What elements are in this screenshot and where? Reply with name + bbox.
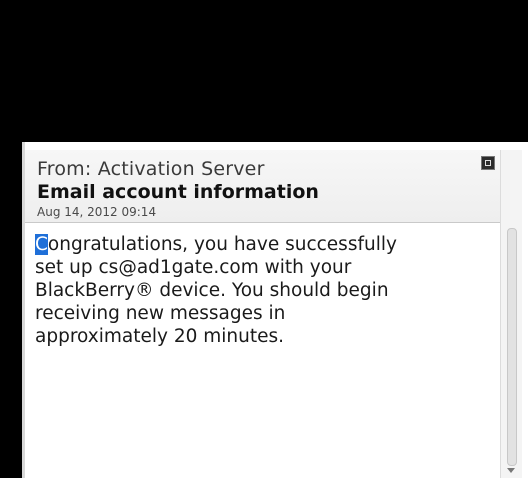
subject-line: Email account information	[37, 181, 319, 203]
body-text-content: ongratulations, you have successfully se…	[35, 234, 397, 347]
body-text[interactable]: Congratulations, you have successfully s…	[35, 233, 495, 348]
message-body[interactable]: Congratulations, you have successfully s…	[25, 223, 501, 478]
scroll-thumb[interactable]	[507, 228, 517, 466]
scroll-down-arrow-icon[interactable]	[507, 468, 515, 473]
message-header: From: Activation Server Email account in…	[25, 150, 501, 223]
email-screen: From: Activation Server Email account in…	[25, 150, 522, 478]
date-line: Aug 14, 2012 09:14	[37, 205, 157, 219]
top-black-region	[0, 0, 528, 142]
maximize-icon[interactable]	[481, 156, 495, 170]
from-line[interactable]: From: Activation Server	[37, 158, 265, 180]
text-cursor: C	[35, 234, 48, 255]
scrollbar[interactable]	[500, 150, 522, 478]
left-bezel	[0, 142, 22, 478]
